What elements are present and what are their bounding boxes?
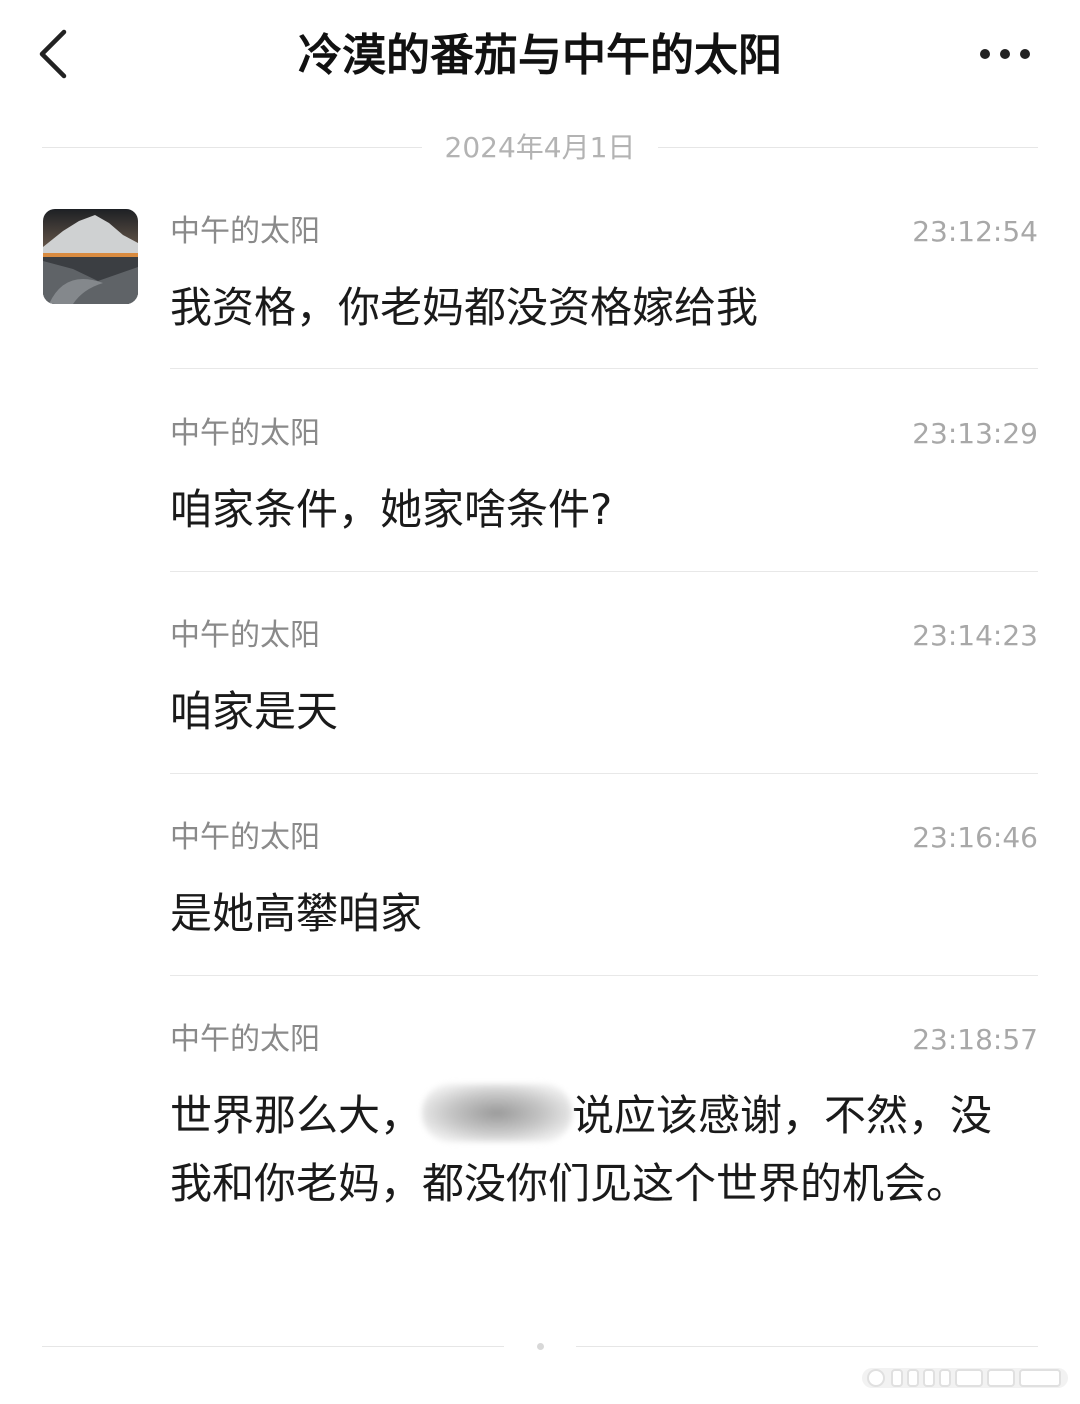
- bottom-dot: [537, 1343, 544, 1350]
- message-text: 是她高攀咱家: [170, 889, 423, 938]
- message-text: 我资格，你老妈都没资格嫁给我: [170, 283, 759, 332]
- message-text: 世界那么大， 说应该感谢，不然，没我和你老妈，都没你们见这个世界的机会。: [170, 1082, 1010, 1218]
- sender-name[interactable]: 中午的太阳: [170, 414, 320, 454]
- top-bar: 冷漠的番茄与中午的太阳: [0, 0, 1080, 110]
- more-horizontal-icon: [980, 49, 1030, 59]
- message-divider: [170, 975, 1038, 976]
- message-time: 23:12:54: [912, 215, 1038, 248]
- more-button[interactable]: [975, 36, 1035, 72]
- avatar-landscape-image: [43, 209, 138, 304]
- message-time: 23:16:46: [912, 821, 1038, 854]
- date-separator: 2024年4月1日: [42, 126, 1038, 170]
- bottom-line-right: [576, 1346, 1038, 1347]
- sender-name[interactable]: 中午的太阳: [170, 1020, 320, 1060]
- message-time: 23:13:29: [912, 417, 1038, 450]
- sender-name[interactable]: 中午的太阳: [170, 616, 320, 656]
- message-text: 咱家是天: [170, 687, 339, 736]
- message-divider: [170, 571, 1038, 572]
- message-divider: [170, 773, 1038, 774]
- bottom-line-left: [42, 1346, 504, 1347]
- conversation-title: 冷漠的番茄与中午的太阳: [298, 30, 782, 81]
- sender-name[interactable]: 中午的太阳: [170, 818, 320, 858]
- bottom-separator: [42, 1330, 1038, 1360]
- watermark-logo: [858, 1362, 1072, 1394]
- message-time: 23:14:23: [912, 619, 1038, 652]
- date-separator-label: 2024年4月1日: [444, 131, 636, 164]
- message-text: 咱家条件，她家啥条件?: [170, 485, 613, 534]
- sender-name[interactable]: 中午的太阳: [170, 212, 320, 252]
- redacted-blur: [422, 1084, 573, 1142]
- back-button[interactable]: [30, 22, 80, 86]
- message-time: 23:18:57: [912, 1023, 1038, 1056]
- message-text-part: 世界那么大，: [170, 1091, 423, 1140]
- date-separator-line-right: [658, 147, 1038, 148]
- avatar[interactable]: [43, 209, 138, 304]
- message-divider: [170, 368, 1038, 369]
- chevron-left-icon: [39, 29, 67, 79]
